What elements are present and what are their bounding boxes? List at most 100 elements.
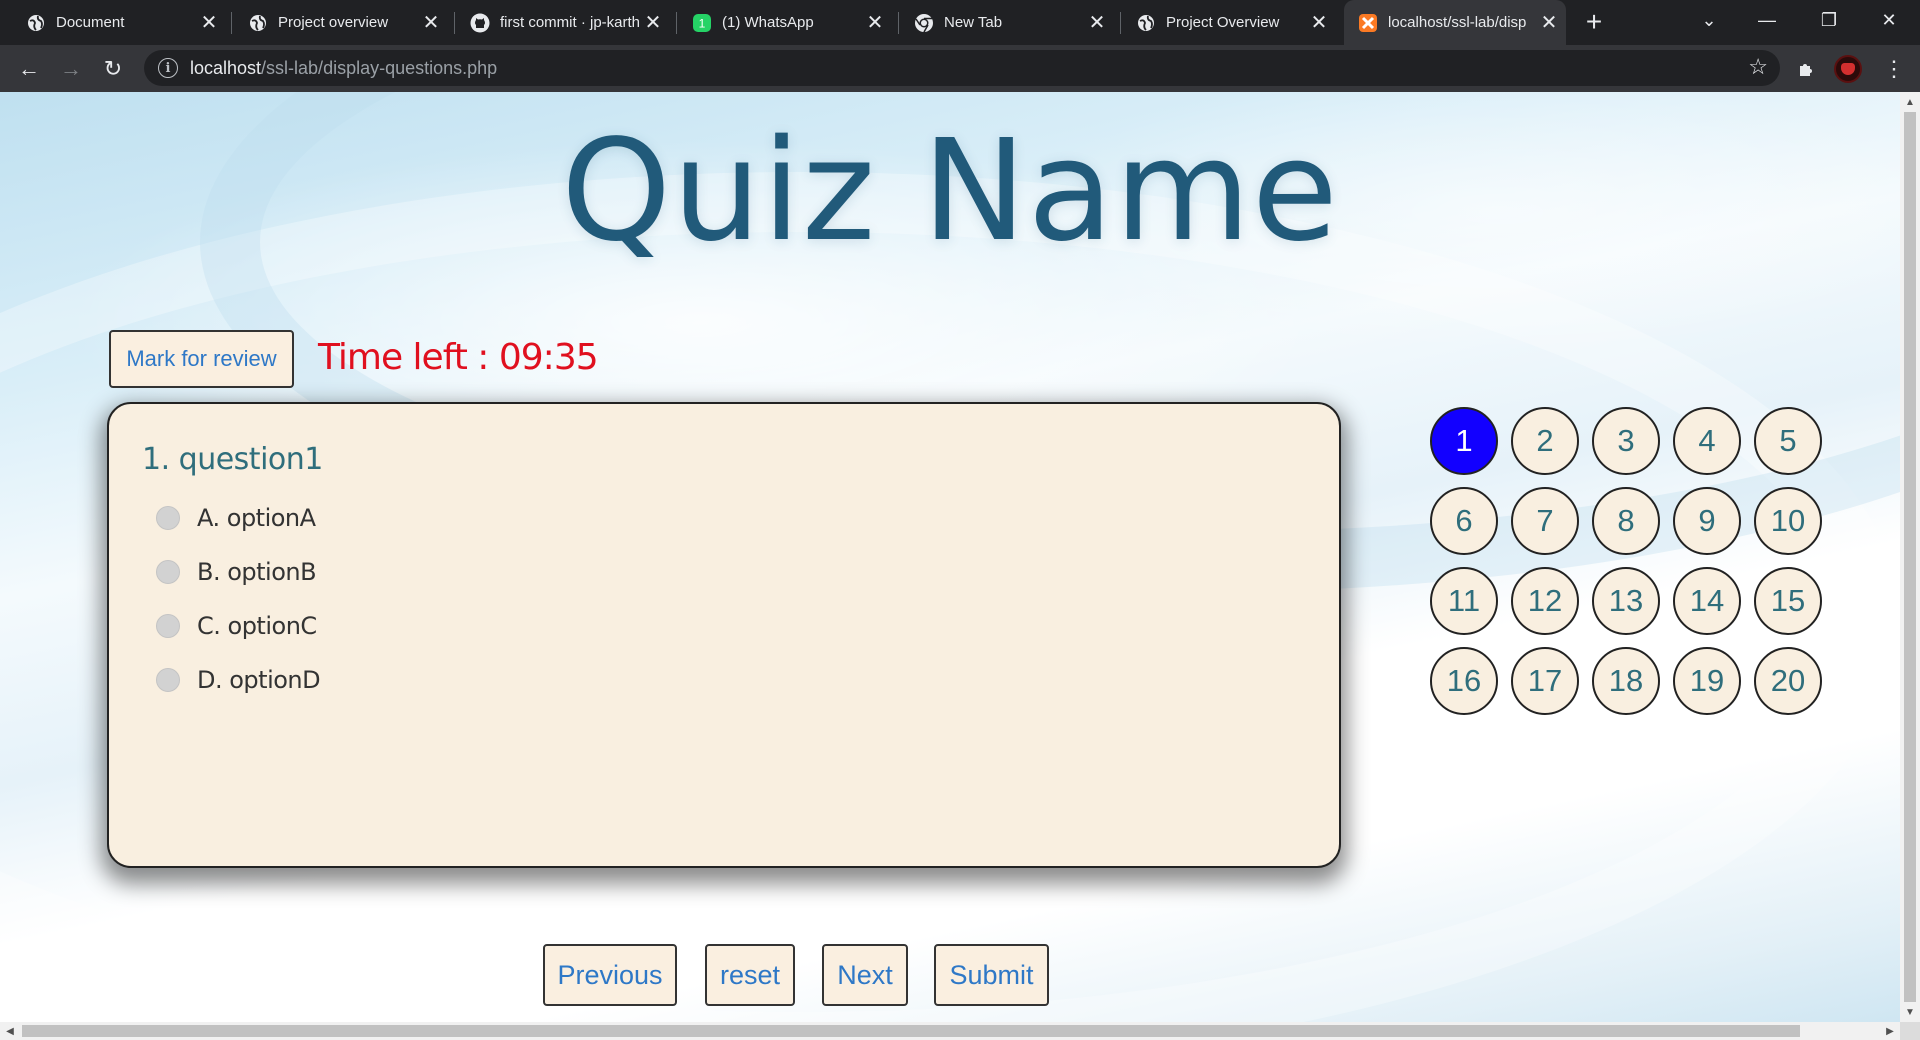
option-c-radio[interactable] bbox=[156, 614, 180, 638]
url-path: /ssl-lab/display-questions.php bbox=[261, 57, 498, 78]
close-icon[interactable]: ✕ bbox=[1086, 12, 1108, 34]
tab-project-overview[interactable]: Project overview ✕ bbox=[222, 0, 448, 45]
question-nav-20[interactable]: 20 bbox=[1754, 647, 1822, 715]
option-b-label: B. optionB bbox=[197, 558, 317, 586]
tab-title: first commit · jp-karth bbox=[500, 14, 641, 31]
horizontal-scrollbar[interactable]: ◀ ▶ bbox=[0, 1022, 1900, 1040]
new-tab-button[interactable]: + bbox=[1578, 6, 1610, 38]
vertical-scroll-thumb[interactable] bbox=[1904, 112, 1916, 1002]
tab-title: Document bbox=[56, 14, 125, 31]
option-c-label: C. optionC bbox=[197, 612, 317, 640]
question-nav-12[interactable]: 12 bbox=[1511, 567, 1579, 635]
mark-for-review-button[interactable]: Mark for review bbox=[109, 330, 294, 388]
next-button[interactable]: Next bbox=[822, 944, 908, 1006]
option-b-radio[interactable] bbox=[156, 560, 180, 584]
scroll-left-icon[interactable]: ◀ bbox=[0, 1021, 20, 1040]
quiz-title: Quiz Name bbox=[561, 110, 1339, 273]
option-b[interactable]: B. optionB bbox=[156, 558, 317, 586]
xampp-icon bbox=[1358, 13, 1378, 33]
option-d-radio[interactable] bbox=[156, 668, 180, 692]
question-nav-6[interactable]: 6 bbox=[1430, 487, 1498, 555]
bookmark-star-icon[interactable]: ☆ bbox=[1748, 54, 1768, 80]
restore-icon[interactable]: ❐ bbox=[1800, 0, 1858, 40]
option-a[interactable]: A. optionA bbox=[156, 504, 316, 532]
tab-localhost[interactable]: localhost/ssl-lab/disp ✕ bbox=[1344, 0, 1566, 45]
timer-value: 09:35 bbox=[498, 337, 599, 378]
option-a-label: A. optionA bbox=[197, 504, 316, 532]
question-nav-19[interactable]: 19 bbox=[1673, 647, 1741, 715]
scroll-down-icon[interactable]: ▼ bbox=[1900, 1002, 1920, 1022]
url-text[interactable]: localhost/ssl-lab/display-questions.php bbox=[190, 58, 497, 79]
close-icon[interactable]: ✕ bbox=[1308, 12, 1330, 34]
close-icon[interactable]: ✕ bbox=[864, 12, 886, 34]
option-a-radio[interactable] bbox=[156, 506, 180, 530]
submit-button[interactable]: Submit bbox=[934, 944, 1049, 1006]
question-nav-17[interactable]: 17 bbox=[1511, 647, 1579, 715]
page-viewport: Quiz Name Mark for review Time left : 09… bbox=[0, 92, 1900, 1022]
question-nav-10[interactable]: 10 bbox=[1754, 487, 1822, 555]
question-nav-3[interactable]: 3 bbox=[1592, 407, 1660, 475]
question-text: 1. question1 bbox=[142, 442, 323, 477]
time-left: Time left : 09:35 bbox=[318, 337, 599, 378]
profile-avatar-icon bbox=[1841, 63, 1855, 75]
question-nav-18[interactable]: 18 bbox=[1592, 647, 1660, 715]
menu-icon[interactable]: ⋮ bbox=[1878, 53, 1910, 85]
whatsapp-icon: 1 bbox=[692, 13, 712, 33]
profile-avatar[interactable] bbox=[1834, 55, 1862, 83]
tab-project-overview-2[interactable]: Project Overview ✕ bbox=[1110, 0, 1336, 45]
back-icon[interactable]: ← bbox=[13, 53, 45, 85]
question-card: 1. question1 A. optionA B. optionB C. op… bbox=[107, 402, 1341, 868]
tab-title: localhost/ssl-lab/disp bbox=[1388, 14, 1527, 31]
option-d[interactable]: D. optionD bbox=[156, 666, 321, 694]
previous-button[interactable]: Previous bbox=[543, 944, 677, 1006]
extensions-icon[interactable] bbox=[1790, 53, 1822, 85]
whatsapp-badge: 1 bbox=[699, 16, 706, 30]
window-close-icon[interactable]: ✕ bbox=[1860, 0, 1918, 40]
scroll-up-icon[interactable]: ▲ bbox=[1900, 92, 1920, 112]
close-icon[interactable]: ✕ bbox=[420, 12, 442, 34]
horizontal-scroll-thumb[interactable] bbox=[22, 1025, 1800, 1037]
browser-toolbar: ← → ↻ i localhost/ssl-lab/display-questi… bbox=[0, 45, 1920, 92]
close-icon[interactable]: ✕ bbox=[1538, 12, 1560, 34]
reload-icon[interactable]: ↻ bbox=[97, 53, 129, 85]
minimize-icon[interactable]: — bbox=[1738, 0, 1796, 40]
question-nav-1[interactable]: 1 bbox=[1430, 407, 1498, 475]
question-nav-9[interactable]: 9 bbox=[1673, 487, 1741, 555]
tab-document[interactable]: Document ✕ bbox=[0, 0, 226, 45]
question-nav-4[interactable]: 4 bbox=[1673, 407, 1741, 475]
tab-strip: Document ✕ Project overview ✕ first comm… bbox=[0, 0, 1920, 45]
question-nav-5[interactable]: 5 bbox=[1754, 407, 1822, 475]
question-nav-14[interactable]: 14 bbox=[1673, 567, 1741, 635]
tab-title: New Tab bbox=[944, 14, 1003, 31]
question-nav-16[interactable]: 16 bbox=[1430, 647, 1498, 715]
vertical-scrollbar[interactable]: ▲ ▼ bbox=[1900, 92, 1920, 1022]
question-nav-7[interactable]: 7 bbox=[1511, 487, 1579, 555]
question-nav-11[interactable]: 11 bbox=[1430, 567, 1498, 635]
chrome-icon bbox=[914, 13, 934, 33]
question-nav-15[interactable]: 15 bbox=[1754, 567, 1822, 635]
url-host: localhost bbox=[190, 57, 262, 78]
scrollbar-corner bbox=[1900, 1022, 1920, 1040]
close-icon[interactable]: ✕ bbox=[198, 12, 220, 34]
globe-icon bbox=[248, 13, 268, 33]
tab-search-icon[interactable]: ⌄ bbox=[1680, 0, 1738, 40]
tab-title: Project Overview bbox=[1166, 14, 1280, 31]
timer-label: Time left : bbox=[318, 337, 499, 378]
question-nav-13[interactable]: 13 bbox=[1592, 567, 1660, 635]
scroll-right-icon[interactable]: ▶ bbox=[1880, 1021, 1900, 1040]
tab-title: (1) WhatsApp bbox=[722, 14, 814, 31]
question-nav-8[interactable]: 8 bbox=[1592, 487, 1660, 555]
tab-new-tab[interactable]: New Tab ✕ bbox=[888, 0, 1114, 45]
info-icon[interactable]: i bbox=[158, 58, 178, 78]
globe-icon bbox=[26, 13, 46, 33]
reset-button[interactable]: reset bbox=[705, 944, 795, 1006]
tab-whatsapp[interactable]: 1 (1) WhatsApp ✕ bbox=[666, 0, 892, 45]
address-bar[interactable]: i localhost/ssl-lab/display-questions.ph… bbox=[144, 50, 1780, 86]
forward-icon[interactable]: → bbox=[55, 53, 87, 85]
tab-title: Project overview bbox=[278, 14, 389, 31]
tab-github[interactable]: first commit · jp-karth ✕ bbox=[444, 0, 670, 45]
option-c[interactable]: C. optionC bbox=[156, 612, 317, 640]
close-icon[interactable]: ✕ bbox=[642, 12, 664, 34]
question-nav-2[interactable]: 2 bbox=[1511, 407, 1579, 475]
github-icon bbox=[470, 13, 490, 33]
